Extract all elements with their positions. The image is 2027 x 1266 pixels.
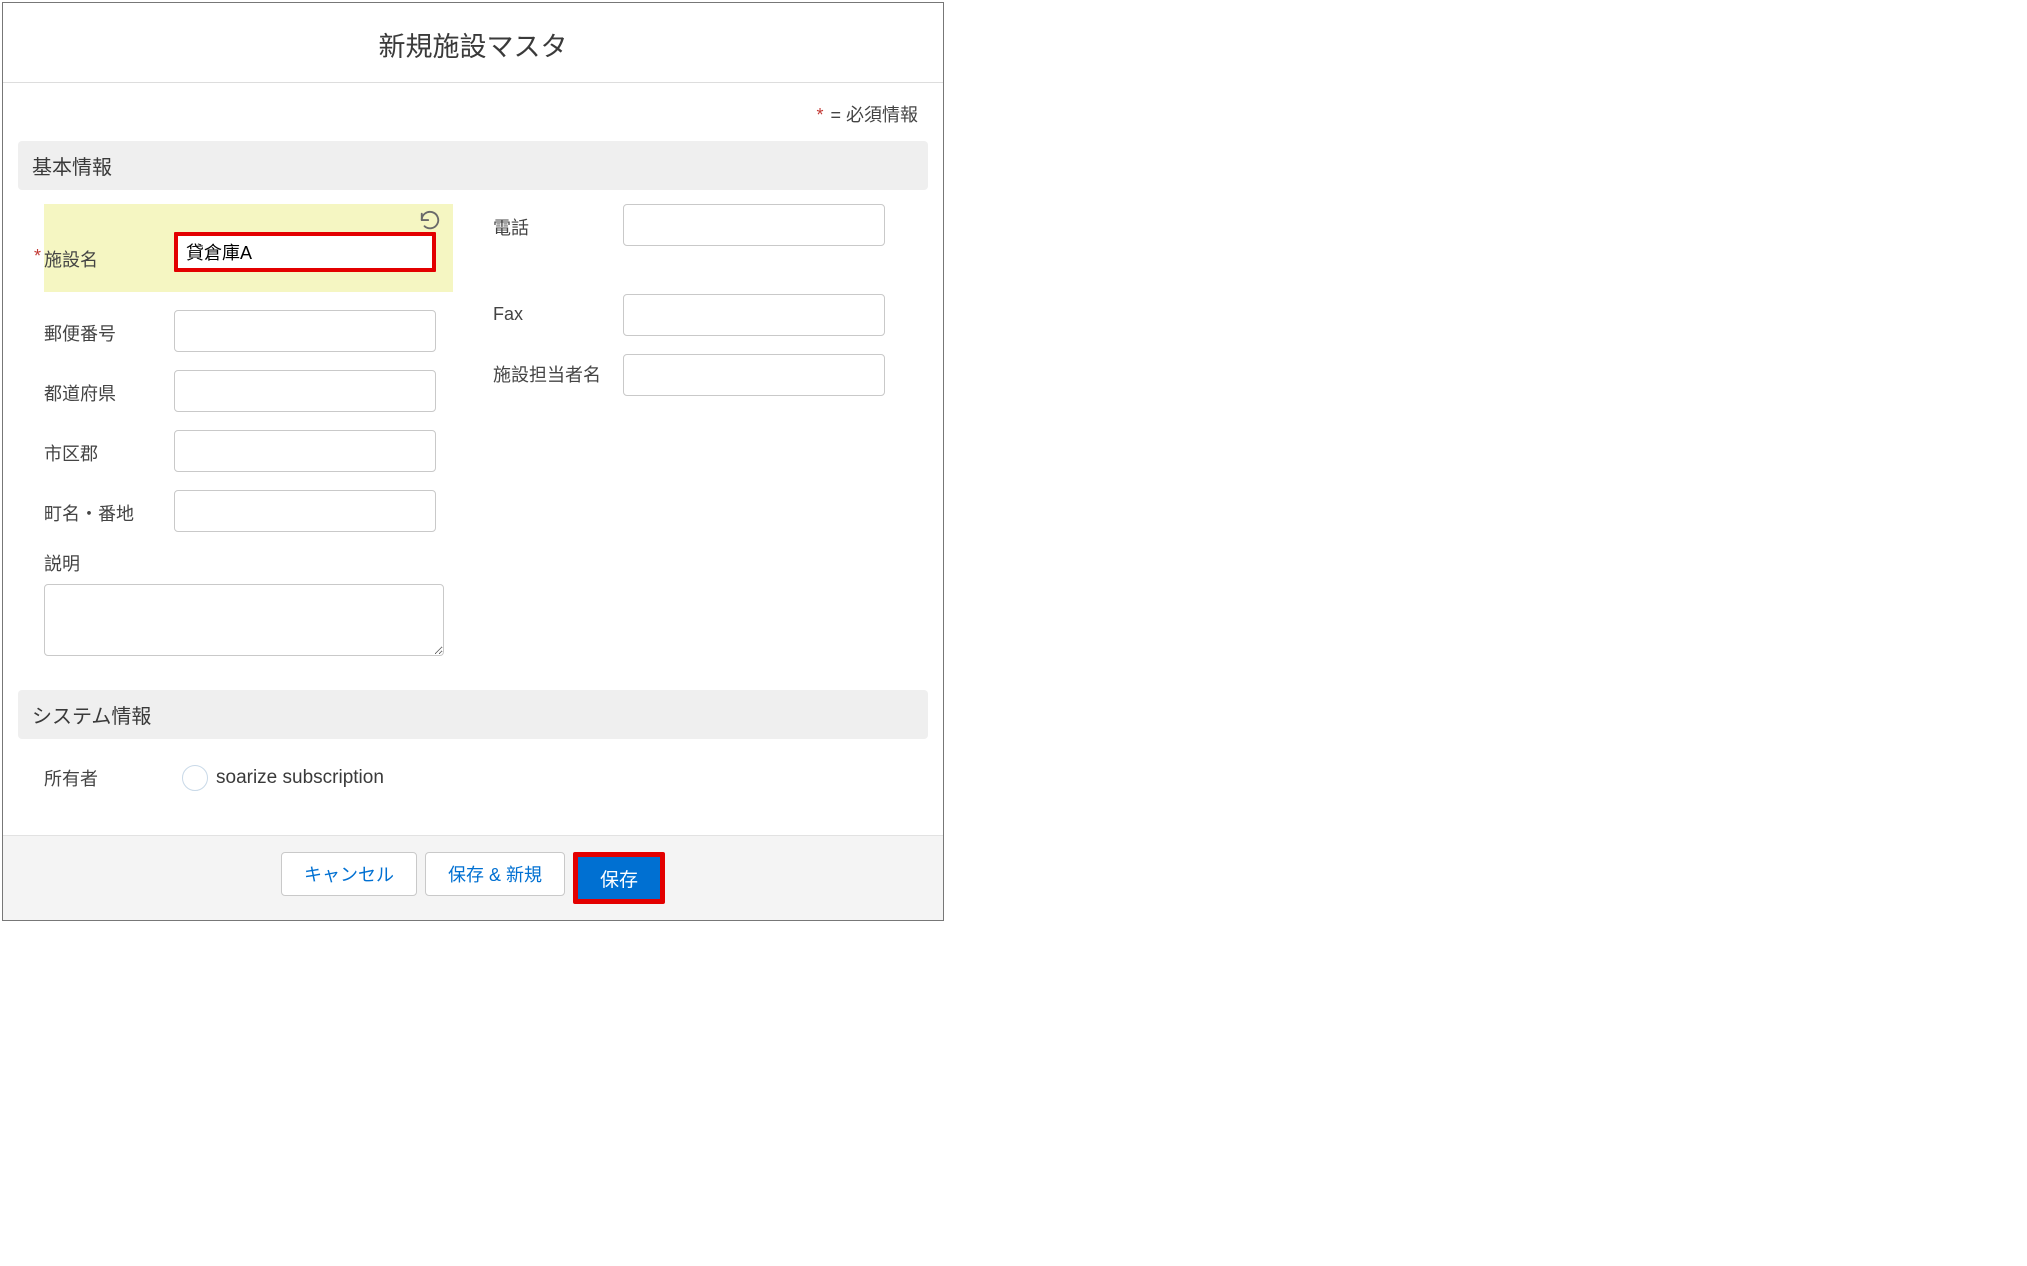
modal-new-facility: 新規施設マスタ * = 必須情報 基本情報 施設名	[2, 2, 944, 921]
label-description: 説明	[44, 550, 453, 576]
cancel-button[interactable]: キャンセル	[281, 852, 417, 896]
section-header-system: システム情報	[18, 690, 928, 739]
input-postal-code[interactable]	[174, 310, 436, 352]
form-left-column: 施設名 郵便番号 都道府県	[44, 204, 453, 680]
label-street: 町名・番地	[44, 490, 174, 526]
input-fax[interactable]	[623, 294, 885, 336]
save-button-label: 保存	[600, 865, 638, 892]
field-row-phone: 電話	[493, 204, 902, 246]
field-row-postal-code: 郵便番号	[44, 310, 453, 352]
modal-footer: キャンセル 保存 & 新規 保存	[3, 835, 943, 920]
input-phone[interactable]	[623, 204, 885, 246]
input-highlight-facility-name	[174, 232, 436, 272]
textarea-description[interactable]	[44, 584, 444, 656]
required-asterisk: *	[816, 105, 823, 125]
field-row-city: 市区郡	[44, 430, 453, 472]
input-street[interactable]	[174, 490, 436, 532]
modal-title: 新規施設マスタ	[3, 3, 943, 83]
field-row-street: 町名・番地	[44, 490, 453, 532]
label-prefecture: 都道府県	[44, 370, 174, 406]
required-note: * = 必須情報	[18, 83, 928, 141]
field-row-prefecture: 都道府県	[44, 370, 453, 412]
input-contact-name[interactable]	[623, 354, 885, 396]
input-facility-name[interactable]	[186, 236, 424, 268]
input-city[interactable]	[174, 430, 436, 472]
label-contact-name: 施設担当者名	[493, 354, 623, 387]
save-and-new-button[interactable]: 保存 & 新規	[425, 852, 565, 896]
section-header-basic: 基本情報	[18, 141, 928, 190]
label-facility-name: 施設名	[44, 204, 174, 272]
label-city: 市区郡	[44, 430, 174, 466]
required-note-text: = 必須情報	[825, 105, 918, 125]
field-row-facility-name: 施設名	[44, 204, 453, 292]
owner-text: soarize subscription	[216, 767, 384, 789]
field-row-owner: 所有者 soarize subscription	[18, 753, 928, 817]
owner-value: soarize subscription	[182, 765, 384, 791]
save-button[interactable]: 保存	[573, 852, 665, 904]
modal-body: * = 必須情報 基本情報 施設名	[3, 83, 943, 835]
section-body-basic: 施設名 郵便番号 都道府県	[18, 204, 928, 690]
avatar-icon	[182, 765, 208, 791]
form-right-column: 電話 Fax 施設担当者名	[493, 204, 902, 680]
label-phone: 電話	[493, 204, 623, 240]
field-row-description: 説明	[44, 550, 453, 662]
label-owner: 所有者	[44, 765, 172, 791]
field-row-fax: Fax	[493, 294, 902, 336]
label-postal-code: 郵便番号	[44, 310, 174, 346]
label-fax: Fax	[493, 294, 623, 325]
field-row-contact-name: 施設担当者名	[493, 354, 902, 396]
input-prefecture[interactable]	[174, 370, 436, 412]
